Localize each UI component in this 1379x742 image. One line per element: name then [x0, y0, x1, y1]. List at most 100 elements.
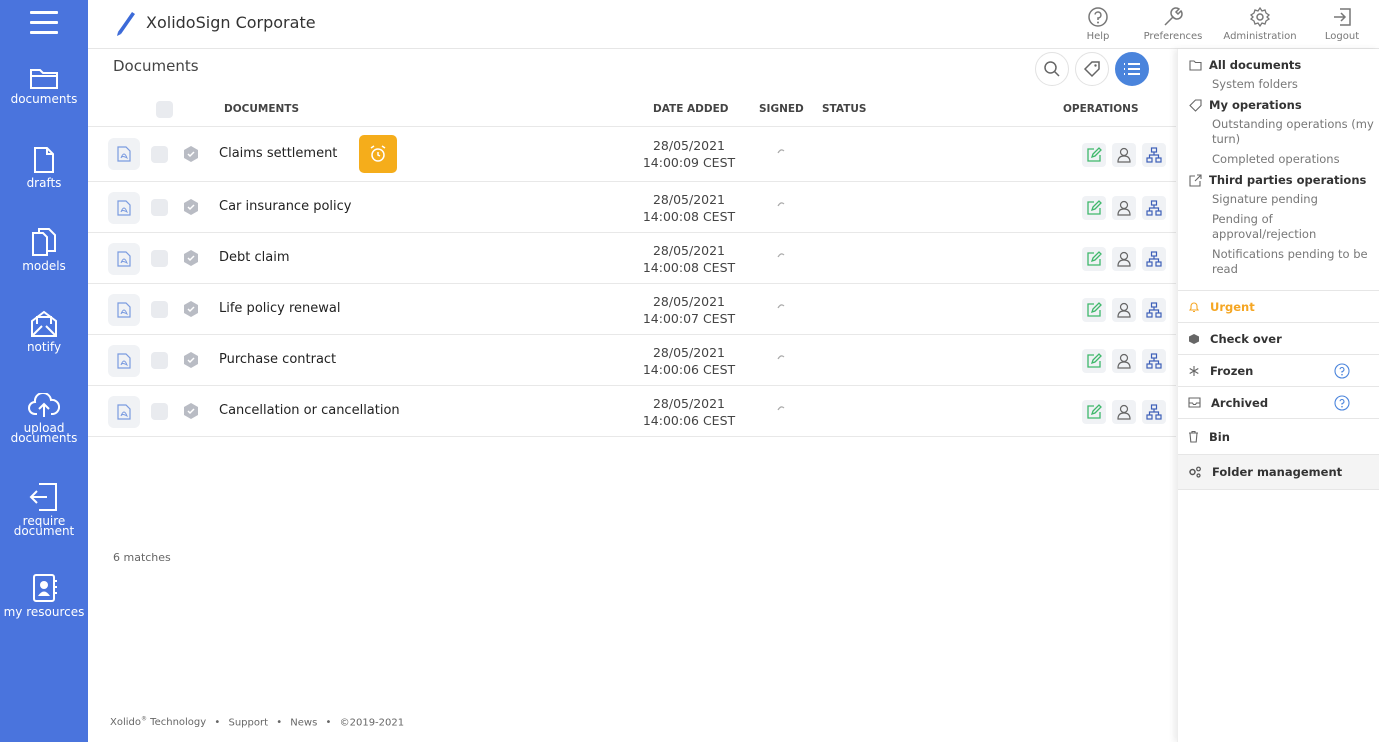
- user-icon: [1117, 251, 1131, 267]
- snowflake-icon: [1189, 365, 1199, 376]
- sidebar-item-label: documents: [10, 92, 78, 106]
- folder-system-folders[interactable]: System folders: [1212, 77, 1377, 92]
- edit-button[interactable]: [1082, 247, 1106, 271]
- help-circle-icon[interactable]: [1334, 363, 1350, 379]
- row-checkbox[interactable]: [151, 199, 168, 216]
- table-row[interactable]: Debt claim 28/05/2021 14:00:08 CEST: [88, 233, 1176, 284]
- footer-support-link[interactable]: Support: [228, 717, 268, 728]
- folder-notifications-pending[interactable]: Notifications pending to be read: [1212, 247, 1377, 277]
- signers-button[interactable]: [1112, 196, 1136, 220]
- workflow-button[interactable]: [1142, 298, 1166, 322]
- folder-third-parties-operations[interactable]: Third parties operations: [1189, 173, 1366, 187]
- urgent-alarm-badge[interactable]: [359, 135, 397, 173]
- help-circle-icon[interactable]: [1334, 395, 1350, 411]
- logout-button[interactable]: Logout: [1324, 6, 1360, 42]
- row-checkbox[interactable]: [151, 146, 168, 163]
- document-name[interactable]: Cancellation or cancellation: [219, 403, 400, 418]
- sidebar-item-models[interactable]: models: [0, 227, 88, 272]
- table-row[interactable]: Claims settlement 28/05/2021 14:00:09 CES…: [88, 127, 1176, 182]
- edit-button[interactable]: [1082, 298, 1106, 322]
- signers-button[interactable]: [1112, 247, 1136, 271]
- pdf-file-button[interactable]: [108, 138, 140, 170]
- signed-status-icon: [777, 304, 785, 309]
- document-name[interactable]: Claims settlement: [219, 146, 337, 161]
- folder-pending-approval-rejection[interactable]: Pending of approval/rejection: [1212, 212, 1377, 242]
- folder-check-over[interactable]: Check over: [1178, 322, 1379, 354]
- folder-bin[interactable]: Bin: [1178, 418, 1379, 454]
- signers-button[interactable]: [1112, 298, 1136, 322]
- edit-icon: [1087, 353, 1102, 368]
- signers-button[interactable]: [1112, 143, 1136, 167]
- sidebar-item-drafts[interactable]: drafts: [0, 146, 88, 189]
- user-icon: [1117, 302, 1131, 318]
- row-checkbox[interactable]: [151, 352, 168, 369]
- folder-all-documents[interactable]: All documents: [1189, 58, 1301, 72]
- menu-hamburger-icon[interactable]: [30, 11, 58, 35]
- signers-button[interactable]: [1112, 400, 1136, 424]
- workflow-button[interactable]: [1142, 196, 1166, 220]
- sidebar-item-upload-documents[interactable]: upload documents: [0, 393, 88, 444]
- edit-button[interactable]: [1082, 143, 1106, 167]
- table-row[interactable]: Car insurance policy 28/05/2021 14:00:08 …: [88, 182, 1176, 233]
- folder-frozen[interactable]: Frozen: [1178, 354, 1379, 386]
- sidebar-item-my-resources[interactable]: my resources: [0, 573, 88, 618]
- tags-button[interactable]: [1075, 52, 1109, 86]
- folders-panel: All documents System folders My operatio…: [1177, 49, 1379, 742]
- pdf-file-button[interactable]: [108, 192, 140, 224]
- folder-management-button[interactable]: Folder management: [1178, 454, 1379, 490]
- signers-button[interactable]: [1112, 349, 1136, 373]
- document-name[interactable]: Purchase contract: [219, 352, 336, 367]
- col-status: STATUS: [822, 103, 867, 115]
- user-icon: [1117, 200, 1131, 216]
- edit-button[interactable]: [1082, 196, 1106, 220]
- pdf-file-button[interactable]: [108, 294, 140, 326]
- search-button[interactable]: [1035, 52, 1069, 86]
- workflow-button[interactable]: [1142, 143, 1166, 167]
- pdf-file-button[interactable]: [108, 243, 140, 275]
- row-checkbox[interactable]: [151, 403, 168, 420]
- folder-archived[interactable]: Archived: [1178, 386, 1379, 418]
- date-added: 28/05/2021 14:00:09 CEST: [642, 138, 736, 170]
- folder-signature-pending[interactable]: Signature pending: [1212, 192, 1377, 207]
- table-header: DOCUMENTS DATE ADDED SIGNED STATUS OPERA…: [88, 94, 1176, 127]
- tag-icon: [1189, 98, 1202, 112]
- results-count: 6 matches: [113, 551, 171, 564]
- folder-urgent[interactable]: Urgent: [1178, 290, 1379, 322]
- pdf-file-button[interactable]: [108, 396, 140, 428]
- edit-button[interactable]: [1082, 349, 1106, 373]
- pdf-file-icon: [117, 404, 131, 420]
- folder-outstanding-operations[interactable]: Outstanding operations (my turn): [1212, 117, 1377, 147]
- tag-icon: [1083, 61, 1100, 78]
- edit-icon: [1087, 302, 1102, 317]
- workflow-button[interactable]: [1142, 349, 1166, 373]
- table-row[interactable]: Life policy renewal 28/05/2021 14:00:07 C…: [88, 284, 1176, 335]
- col-signed: SIGNED: [759, 103, 804, 115]
- gear-icon: [1249, 6, 1271, 28]
- sidebar-item-require-document[interactable]: require document: [0, 482, 88, 537]
- folder-list-toggle-button[interactable]: [1115, 52, 1149, 86]
- document-name[interactable]: Debt claim: [219, 250, 290, 265]
- edit-button[interactable]: [1082, 400, 1106, 424]
- select-all-checkbox[interactable]: [156, 101, 173, 118]
- sidebar-item-documents[interactable]: documents: [0, 66, 88, 106]
- help-button[interactable]: Help: [1082, 6, 1114, 42]
- documents-table: DOCUMENTS DATE ADDED SIGNED STATUS OPERA…: [88, 94, 1176, 437]
- footer-news-link[interactable]: News: [290, 717, 317, 728]
- folder-my-operations[interactable]: My operations: [1189, 98, 1302, 112]
- row-checkbox[interactable]: [151, 250, 168, 267]
- workflow-icon: [1146, 353, 1162, 369]
- sidebar-item-notify[interactable]: notify: [0, 310, 88, 353]
- administration-button[interactable]: Administration: [1221, 6, 1299, 42]
- pdf-file-button[interactable]: [108, 345, 140, 377]
- workflow-button[interactable]: [1142, 247, 1166, 271]
- page-title: Documents: [113, 57, 199, 75]
- inbox-icon: [1188, 397, 1201, 408]
- folder-completed-operations[interactable]: Completed operations: [1212, 152, 1377, 167]
- workflow-button[interactable]: [1142, 400, 1166, 424]
- document-name[interactable]: Car insurance policy: [219, 199, 351, 214]
- row-checkbox[interactable]: [151, 301, 168, 318]
- table-row[interactable]: Purchase contract 28/05/2021 14:00:06 CES…: [88, 335, 1176, 386]
- preferences-button[interactable]: Preferences: [1141, 6, 1205, 42]
- document-name[interactable]: Life policy renewal: [219, 301, 340, 316]
- table-row[interactable]: Cancellation or cancellation 28/05/2021 1…: [88, 386, 1176, 437]
